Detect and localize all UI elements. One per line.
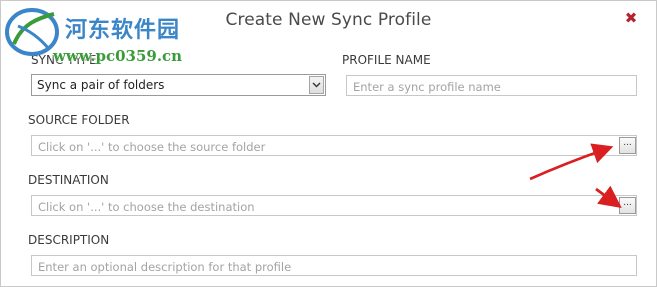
watermark-logo-icon [5,8,59,56]
sync-type-selected-value: Sync a pair of folders [37,78,165,92]
browse-source-button[interactable]: ... [619,137,636,154]
profile-name-label: PROFILE NAME [342,53,431,67]
watermark-url: www.pc0359.cn [53,47,183,65]
destination-label: DESTINATION [28,173,109,187]
destination-input[interactable] [32,197,636,217]
close-icon: ✖ [624,9,638,27]
dropdown-arrow-button[interactable] [309,76,324,94]
annotation-arrow-icon [595,186,622,208]
sync-profile-dialog: Create New Sync Profile ✖ SYNC TYPE Sync… [0,0,657,287]
watermark-site-name: 河东软件园 [65,17,181,43]
description-field [31,255,637,277]
source-folder-label: SOURCE FOLDER [28,113,130,127]
profile-name-field [346,75,637,97]
sync-type-select[interactable]: Sync a pair of folders [31,74,326,96]
chevron-down-icon [312,82,321,88]
annotation-arrow-icon [529,143,614,181]
description-label: DESCRIPTION [28,233,110,247]
destination-field [31,195,637,217]
profile-name-input[interactable] [347,77,636,97]
description-input[interactable] [32,257,636,277]
close-button[interactable]: ✖ [620,7,642,29]
